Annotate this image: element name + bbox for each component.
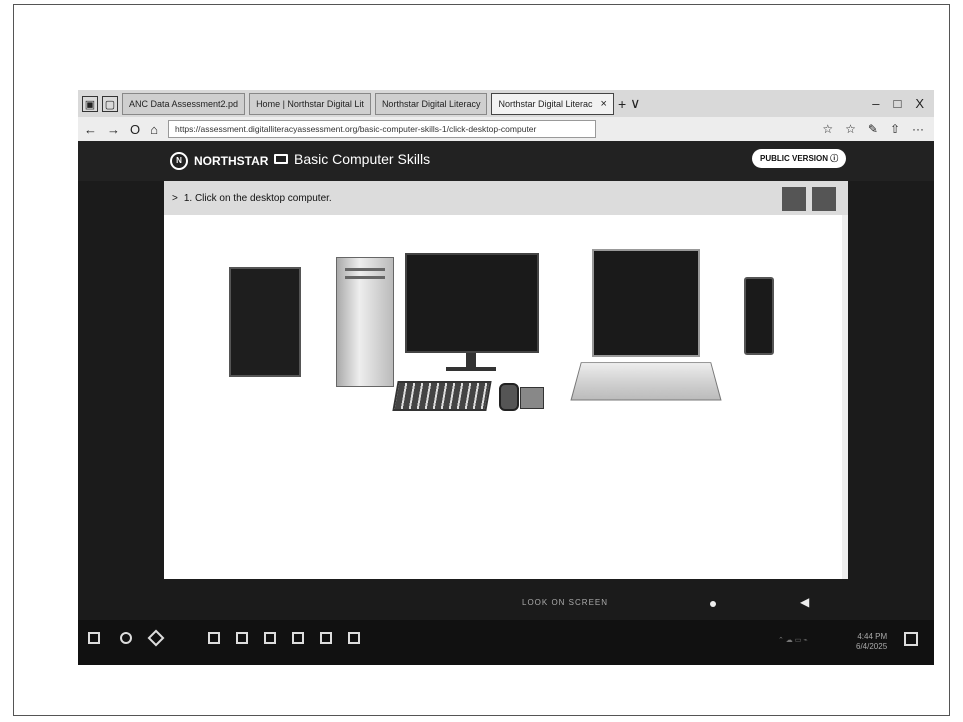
tab-northstar[interactable]: Northstar Digital Literacy [374, 92, 488, 115]
photo-screen: ▣ ▢ ANC Data Assessment2.pd Home | North… [78, 90, 934, 665]
public-version-label: PUBLIC VERSION [760, 154, 829, 163]
back-icon[interactable]: ← [84, 122, 97, 137]
tab-preview-icon[interactable]: ▢ [102, 95, 118, 112]
url-field[interactable]: https://assessment.digitalliteracyassess… [167, 120, 596, 138]
progress-dot [710, 601, 716, 607]
tablet-option[interactable] [229, 267, 301, 377]
store-icon[interactable] [208, 632, 220, 644]
monitor-stand-base [446, 367, 496, 371]
forward-icon[interactable]: → [107, 122, 120, 137]
browser-tab-bar: ▣ ▢ ANC Data Assessment2.pd Home | North… [78, 90, 934, 117]
minimize-button[interactable]: – [872, 96, 879, 111]
share-icon[interactable]: ⇧ [890, 122, 900, 136]
document-frame: ▣ ▢ ANC Data Assessment2.pd Home | North… [13, 4, 950, 716]
search-icon[interactable] [120, 632, 132, 644]
monitor-stand [466, 353, 476, 367]
pen-icon[interactable]: ✎ [868, 122, 878, 136]
favorite-star-icon[interactable]: ☆ [822, 122, 833, 136]
section-label: Basic Computer Skills [294, 151, 431, 167]
mousepad [520, 387, 544, 409]
section-title: Basic Computer Skills [274, 151, 430, 167]
northstar-logo-icon: N [170, 152, 188, 170]
speaker-icon[interactable]: ◀ [800, 595, 809, 609]
task-view-icon[interactable] [147, 629, 165, 647]
tab-northstar-active[interactable]: Northstar Digital Literac × [491, 92, 614, 115]
drive-bay [345, 268, 385, 271]
skype-icon[interactable] [348, 632, 360, 644]
laptop-keyboard-base[interactable] [570, 362, 722, 401]
audio-button[interactable] [782, 187, 806, 211]
question-panel: > 1. Click on the desktop computer. [164, 181, 848, 579]
tab-label: ANC Data Assessment2.pd [129, 98, 239, 109]
app-header: N NORTHSTAR Basic Computer Skills PUBLIC… [78, 141, 934, 181]
address-bar: ← → O ⌂ https://assessment.digitallitera… [78, 117, 934, 141]
drive-bay [345, 276, 385, 279]
maximize-button[interactable]: □ [893, 96, 901, 111]
brand: N NORTHSTAR [170, 152, 268, 170]
tab-label: Northstar Digital Literacy [381, 98, 481, 109]
smartphone-option[interactable] [744, 277, 774, 355]
word-icon[interactable] [264, 632, 276, 644]
tab-home[interactable]: Home | Northstar Digital Lit [249, 92, 371, 115]
calculator-icon[interactable] [320, 632, 332, 644]
new-tab-button[interactable]: + [618, 96, 626, 112]
mail-icon[interactable] [236, 632, 248, 644]
close-window-button[interactable]: X [915, 96, 924, 111]
instruction-bar: > 1. Click on the desktop computer. [164, 181, 848, 215]
settings-button[interactable] [812, 187, 836, 211]
monitor-icon [274, 154, 288, 164]
mouse-option[interactable] [499, 383, 519, 411]
tab-pdf[interactable]: ANC Data Assessment2.pd [122, 92, 246, 115]
close-tab-icon[interactable]: × [601, 98, 607, 110]
system-tray[interactable]: ⌃ ☁ ▭ ⌁ [778, 636, 808, 644]
keyboard-option[interactable] [392, 381, 492, 411]
laptop-screen-option[interactable] [592, 249, 700, 357]
scrollbar[interactable] [842, 215, 848, 579]
more-icon[interactable]: ··· [912, 122, 924, 136]
expand-arrow-icon[interactable]: > [172, 193, 178, 204]
tab-label: Northstar Digital Literac [498, 98, 593, 109]
question-text: 1. Click on the desktop computer. [183, 192, 332, 204]
refresh-icon[interactable]: O [130, 122, 140, 137]
desktop-monitor-option[interactable] [405, 253, 539, 353]
brand-name: NORTHSTAR [194, 154, 269, 168]
public-version-button[interactable]: PUBLIC VERSION ⓘ [752, 149, 847, 168]
windows-taskbar: ⌃ ☁ ▭ ⌁ 4:44 PM 6/4/2025 [78, 620, 934, 665]
photos-icon[interactable] [292, 632, 304, 644]
desktop-tower-option[interactable] [336, 257, 394, 387]
favorites-icon[interactable]: ☆ [845, 122, 856, 136]
clock-date: 6/4/2025 [856, 642, 888, 651]
info-icon: ⓘ [830, 154, 839, 163]
start-icon[interactable] [88, 632, 100, 644]
tab-dropdown-icon[interactable]: ∨ [630, 95, 640, 112]
clock[interactable]: 4:44 PM 6/4/2025 [856, 632, 887, 652]
tab-actions-icon[interactable]: ▣ [82, 95, 98, 112]
clock-time: 4:44 PM [857, 632, 888, 641]
tab-label: Home | Northstar Digital Lit [256, 98, 364, 109]
home-icon[interactable]: ⌂ [150, 122, 158, 137]
notification-icon[interactable] [904, 632, 918, 646]
footer-caption: LOOK ON SCREEN [522, 598, 609, 607]
